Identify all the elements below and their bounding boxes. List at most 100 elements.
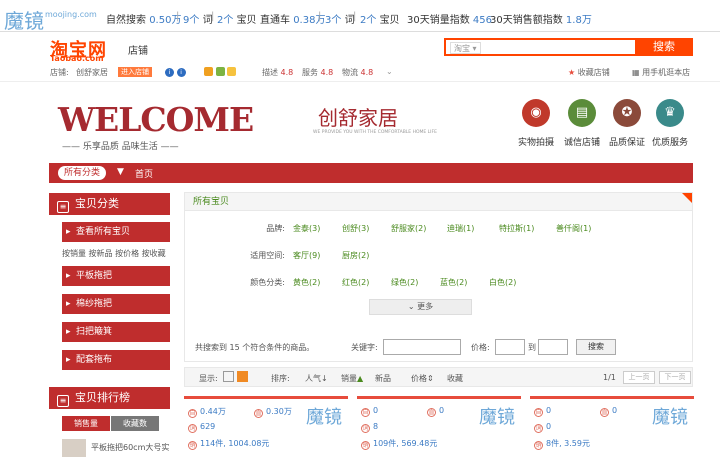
tab-favorites[interactable]: 收藏数 — [111, 416, 159, 431]
brand-option[interactable]: 创舒(3) — [342, 223, 369, 234]
category-sidebar: ≡宝贝分类 查看所有宝贝 按销量 按新品 按价格 按收藏 平板拖把 棉纱拖把 扫… — [49, 193, 170, 383]
enter-shop-button[interactable]: 进入店铺 — [118, 67, 152, 77]
color-label: 颜色分类: — [250, 278, 285, 287]
list-icon: ≡ — [57, 201, 69, 213]
brand-option[interactable]: 舒服家(2) — [391, 223, 426, 234]
product-card[interactable]: 自 0 直 0 词 8 销 109件, 569.48元 魔镜 — [357, 396, 521, 457]
sales-value: 销 114件, 1004.08元 — [188, 439, 270, 450]
shop-tab[interactable]: 店铺 — [128, 42, 148, 57]
color-option[interactable]: 绿色(2) — [391, 277, 418, 288]
keyword-input[interactable] — [383, 339, 461, 355]
info-icon[interactable]: i — [176, 68, 186, 77]
sort-favorites[interactable]: 收藏 — [447, 373, 463, 384]
filter-search-button[interactable]: 搜索 — [576, 339, 616, 355]
moojing-logo: 魔镜 — [306, 407, 342, 428]
all-items-title: 所有宝贝 — [185, 193, 692, 211]
sort-newest[interactable]: 新品 — [375, 373, 391, 384]
category-cotton-mop[interactable]: 棉纱拖把 — [62, 294, 170, 314]
mobile-shop[interactable]: ▦ 用手机逛本店 — [632, 67, 690, 78]
more-button[interactable]: ⌄ 更多 — [369, 299, 472, 315]
ztc-words-count[interactable]: 3个 词 — [325, 11, 355, 26]
space-option[interactable]: 厨房(2) — [342, 250, 369, 261]
sort-bar: 显示: 排序: 人气↓ 销量▲ 新品 价格⇕ 收藏 1/1 上一页 下一页 — [184, 367, 693, 387]
space-label: 适用空间: — [250, 251, 285, 260]
sort-popularity[interactable]: 人气↓ — [305, 373, 328, 384]
keyword-label: 关键字: — [351, 343, 378, 352]
price-to-label: 到 — [528, 343, 536, 352]
ranking-icon: ≡ — [57, 395, 69, 407]
chat-icon[interactable]: i — [165, 68, 174, 77]
space-option[interactable]: 客厅(9) — [293, 250, 320, 261]
category-all[interactable]: 查看所有宝贝 — [62, 222, 170, 242]
taobao-header: 淘宝网 Taobao.com 店铺 淘宝 ▾ 搜索 店铺: 创舒家居 进入店铺 … — [0, 32, 720, 82]
category-flat-mop[interactable]: 平板拖把 — [62, 266, 170, 286]
price-min-input[interactable] — [495, 339, 525, 355]
words-count[interactable]: 9个 词 — [183, 11, 213, 26]
color-option[interactable]: 红色(2) — [342, 277, 369, 288]
ztc-stat: 直通车 0.38万 — [260, 15, 326, 26]
corner-decoration — [682, 193, 692, 203]
brand-option[interactable]: 特拉斯(1) — [499, 223, 534, 234]
revenue-index: 30天销售额指数 1.8万 — [490, 15, 592, 26]
slogan: —— 乐享品质 品味生活 —— — [62, 142, 179, 152]
feature-label: 实物拍摄 — [518, 138, 555, 148]
shop-name[interactable]: 创舒家居 — [76, 67, 108, 78]
search-box[interactable]: 淘宝 ▾ 搜索 — [444, 38, 693, 56]
ranking-header: ≡ 宝贝排行榜 — [49, 387, 170, 409]
ztc-icon: 直 — [427, 408, 436, 417]
natural-search-value: 自0 — [361, 406, 379, 417]
crown-icon — [204, 67, 213, 76]
trophy-icon: ♛ — [656, 99, 684, 127]
brand-option[interactable]: 迪瑞(1) — [447, 223, 474, 234]
sort-price[interactable]: 价格⇕ — [411, 373, 434, 384]
ztc-icon: 直 — [600, 408, 609, 417]
moojing-url: moojing.com — [45, 10, 97, 19]
sort-label: 排序: — [271, 374, 290, 383]
all-categories-button[interactable]: 所有分类 — [58, 166, 107, 180]
sort-links[interactable]: 按销量 按新品 按价格 按收藏 — [62, 248, 166, 259]
color-option[interactable]: 黄色(2) — [293, 277, 320, 288]
search-button[interactable]: 搜索 — [635, 38, 693, 56]
display-label: 显示: — [199, 374, 218, 383]
next-page-button[interactable]: 下一页 — [659, 371, 691, 384]
color-option[interactable]: 白色(2) — [489, 277, 516, 288]
brand-option[interactable]: 金泰(3) — [293, 223, 320, 234]
qrcode-icon: ▦ — [632, 68, 640, 77]
list-view-icon[interactable] — [223, 371, 234, 382]
words-value: 词 629 — [188, 422, 216, 433]
ranking-item-image[interactable] — [62, 439, 86, 457]
ranking-item-title[interactable]: 平板拖把60cm大号实 — [91, 442, 169, 453]
brand-subtitle: WE PROVIDE YOU WITH THE COMFORTABLE HOME… — [313, 130, 437, 135]
brand-name: 创舒家居 — [318, 106, 398, 130]
price-max-input[interactable] — [538, 339, 568, 355]
nav-home[interactable]: 首页 — [135, 167, 153, 180]
tab-sales[interactable]: 销售量 — [62, 416, 110, 431]
shop-nav: 所有分类 ▼ 首页 — [49, 163, 693, 183]
product-card[interactable]: 自 0.44万 直 0.30万词 629 销 114件, 1004.08元 魔镜 — [184, 396, 348, 457]
category-broom[interactable]: 扫把簸箕 — [62, 322, 170, 342]
chevron-down-icon[interactable]: ⌄ — [386, 67, 393, 76]
favorite-shop[interactable]: ★ 收藏店铺 — [568, 67, 610, 78]
book-icon: ▤ — [568, 99, 596, 127]
moojing-logo[interactable]: 魔镜 — [4, 5, 44, 34]
natural-search-stat: 自然搜索 0.50万 — [106, 15, 182, 26]
items-count[interactable]: 2个 宝贝 — [217, 11, 257, 26]
ztc-items-count[interactable]: 2个 宝贝 — [360, 11, 400, 26]
result-count: 共搜索到 15 个符合条件的商品。 — [195, 343, 315, 352]
sales-index: 30天销量指数 456 — [407, 15, 493, 26]
words-icon: 词 — [534, 424, 543, 433]
sales-icon: 销 — [361, 441, 370, 450]
product-card[interactable]: 自 0 直 0 词 0 销 8件, 3.59元 魔镜 — [530, 396, 694, 457]
grid-view-icon[interactable] — [237, 371, 248, 382]
ztc-icon: 直 — [254, 409, 263, 418]
feature-label: 诚信店铺 — [564, 138, 601, 148]
search-scope-select[interactable]: 淘宝 ▾ — [450, 42, 481, 54]
prev-page-button[interactable]: 上一页 — [623, 371, 655, 384]
shop-label: 店铺: — [50, 68, 69, 77]
ranking-panel: ≡ 宝贝排行榜 销售量 收藏数 平板拖把60cm大号实 — [49, 387, 170, 457]
sort-sales[interactable]: 销量▲ — [341, 373, 363, 384]
color-option[interactable]: 蓝色(2) — [440, 277, 467, 288]
brand-option[interactable]: 善仟阁(1) — [556, 223, 591, 234]
words-value: 词8 — [361, 422, 379, 433]
category-mop-cloth[interactable]: 配套拖布 — [62, 350, 170, 370]
